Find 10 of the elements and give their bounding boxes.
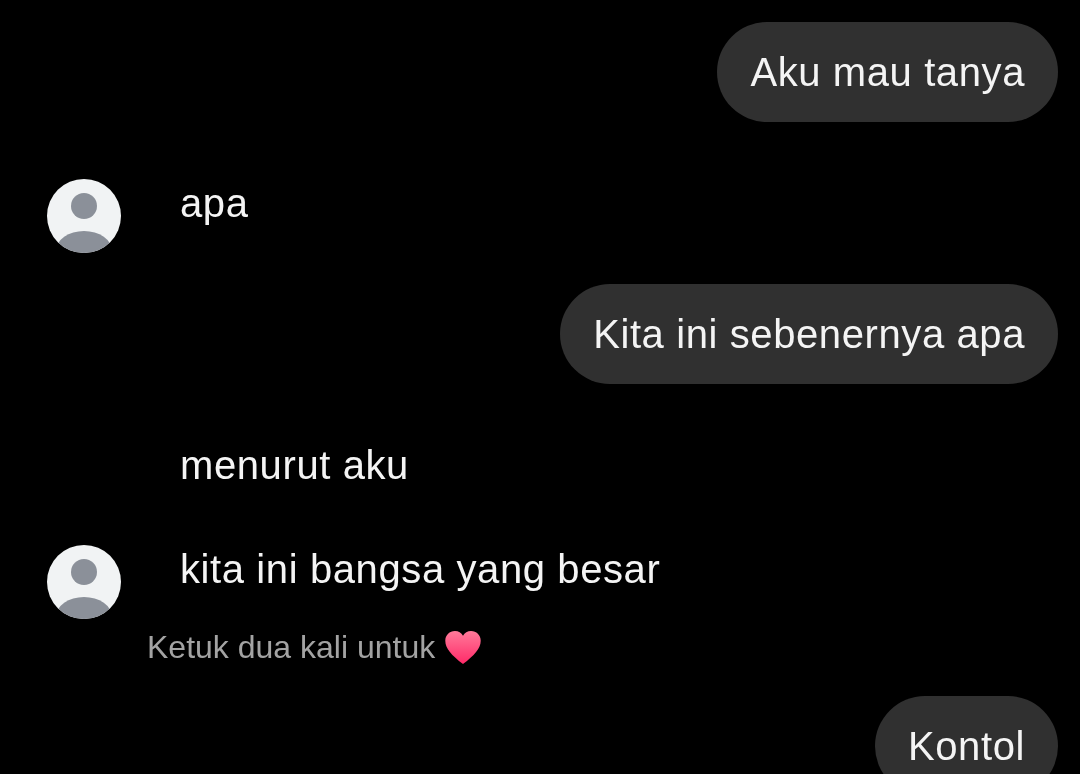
message-bubble: Kita ini sebenernya apa <box>560 284 1058 384</box>
message-text: kita ini bangsa yang besar <box>180 546 661 593</box>
message-bubble: Kontol <box>874 696 1058 774</box>
avatar-icon[interactable] <box>47 179 121 253</box>
hint-text: Ketuk dua kali untuk <box>147 629 436 665</box>
avatar-icon[interactable] <box>47 545 121 619</box>
message-text: apa <box>180 180 249 227</box>
heart-icon <box>445 630 482 664</box>
message-text: menurut aku <box>180 442 409 489</box>
message-bubble: Aku mau tanya <box>717 22 1058 122</box>
